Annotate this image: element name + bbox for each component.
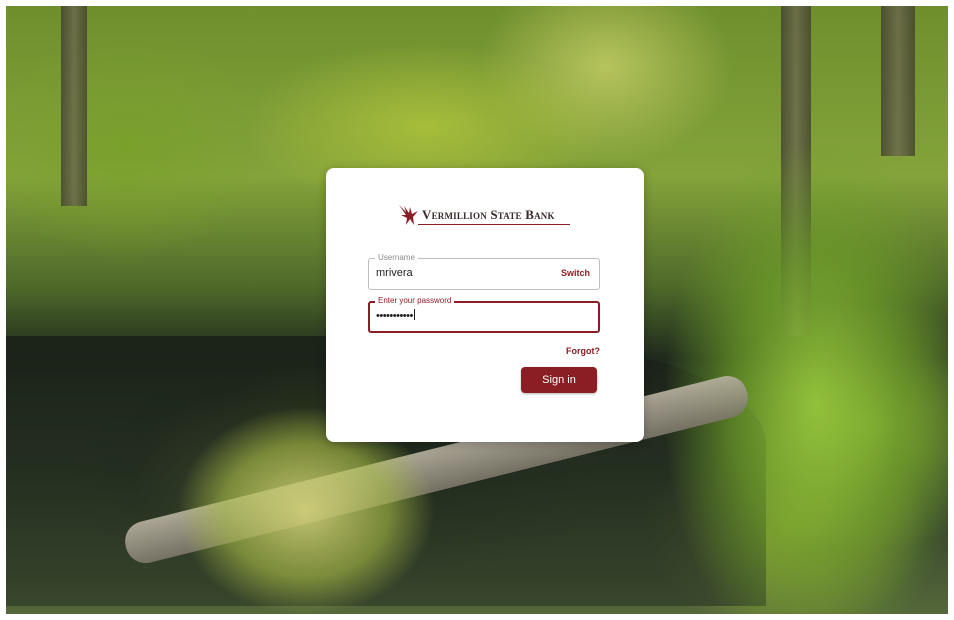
logo-underline <box>418 224 570 225</box>
username-field[interactable]: Username mrivera Switch <box>368 252 600 290</box>
password-field[interactable]: Enter your password ••••••••••• <box>368 295 600 333</box>
forgot-password-link[interactable]: Forgot? <box>566 346 600 356</box>
login-card: Vermillion State Bank Username mrivera S… <box>326 168 644 442</box>
switch-user-link[interactable]: Switch <box>561 268 590 278</box>
bank-name: Vermillion State Bank <box>422 207 555 222</box>
eagle-icon <box>399 205 418 225</box>
username-value[interactable]: mrivera <box>376 267 413 279</box>
sign-in-button[interactable]: Sign in <box>521 367 597 393</box>
text-caret <box>413 309 415 320</box>
tree-trunk <box>61 6 87 206</box>
password-input[interactable]: ••••••••••• <box>376 309 415 322</box>
username-label: Username <box>375 252 418 264</box>
password-masked-value: ••••••••••• <box>376 310 413 322</box>
tree-trunk <box>881 6 915 156</box>
password-label: Enter your password <box>375 295 455 307</box>
